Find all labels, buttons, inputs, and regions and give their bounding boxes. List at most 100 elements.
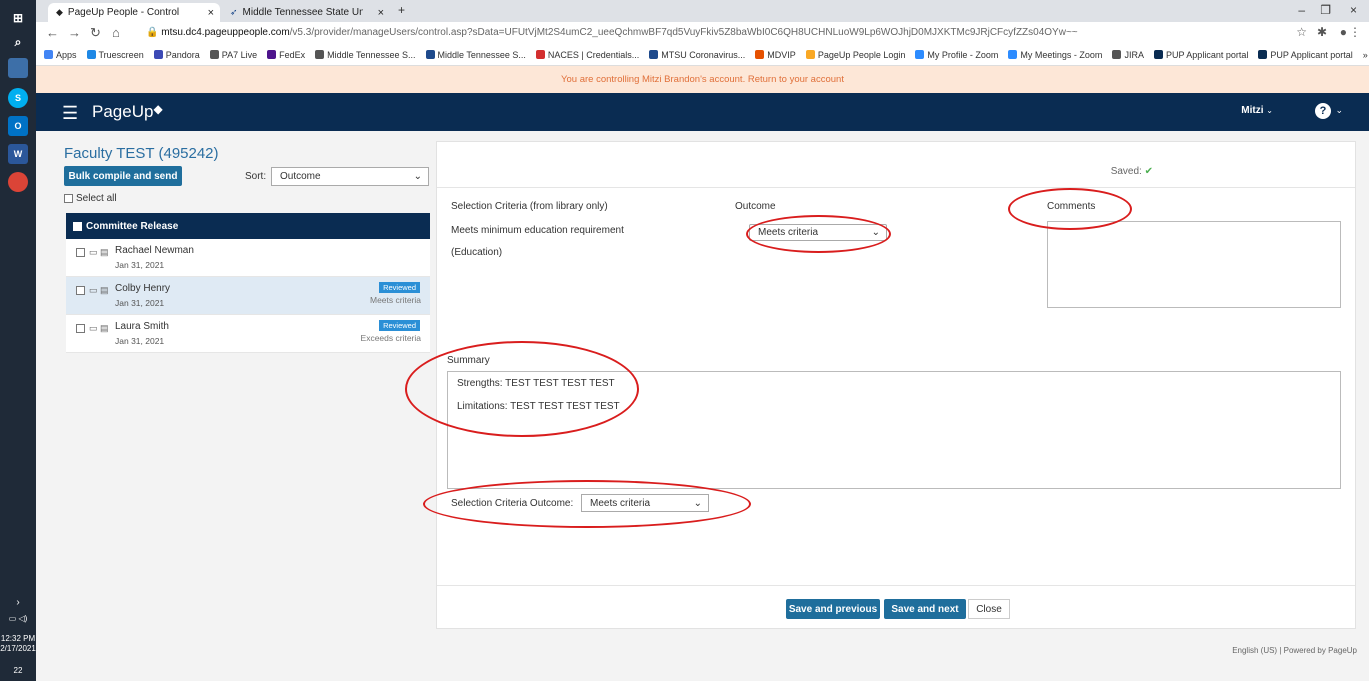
- home-icon[interactable]: ⌂: [112, 25, 120, 40]
- chevron-down-icon[interactable]: ⌄: [1335, 105, 1343, 116]
- save-and-previous-button[interactable]: Save and previous: [786, 599, 880, 619]
- bookmark-item[interactable]: NACES | Credentials...: [535, 49, 640, 60]
- reload-icon[interactable]: ↻: [90, 25, 101, 41]
- extensions-icon[interactable]: ✱: [1317, 25, 1327, 39]
- help-icon[interactable]: ?: [1315, 103, 1331, 119]
- outlook-icon[interactable]: O: [8, 116, 28, 136]
- save-and-next-button[interactable]: Save and next: [884, 599, 966, 619]
- list-item[interactable]: ▭ ▤ Rachael Newman Jan 31, 2021: [66, 239, 430, 277]
- pageup-logo[interactable]: PageUp◆: [92, 102, 163, 122]
- taskview-icon[interactable]: [8, 58, 28, 78]
- close-icon[interactable]: ×: [208, 7, 214, 19]
- bookmark-item[interactable]: JIRA: [1112, 50, 1144, 60]
- select-all[interactable]: Select all: [64, 193, 117, 204]
- tray-chevron-icon[interactable]: ›: [0, 598, 36, 608]
- close-icon[interactable]: ×: [378, 7, 384, 19]
- applicant-name[interactable]: Colby Henry: [115, 283, 170, 294]
- clock-date[interactable]: 2/17/2021: [0, 644, 36, 654]
- limitations-text: Limitations: TEST TEST TEST TEST: [457, 401, 620, 412]
- restore-icon[interactable]: ❐: [1320, 3, 1331, 17]
- bookmark-label: My Profile - Zoom: [927, 49, 999, 60]
- bookmark-item[interactable]: MTSU Coronavirus...: [649, 50, 745, 60]
- group-header[interactable]: Committee Release: [66, 213, 430, 239]
- mtsu-favicon-icon: ➶: [230, 7, 238, 17]
- group-checkbox[interactable]: [73, 221, 82, 231]
- minimize-icon[interactable]: –: [1298, 3, 1305, 17]
- bookmark-item[interactable]: FedEx: [267, 50, 305, 60]
- selection-criteria-outcome-select[interactable]: Meets criteria ⌄: [581, 494, 709, 512]
- star-icon[interactable]: ☆: [1296, 25, 1307, 39]
- bookmark-item[interactable]: PA7 Live: [209, 49, 258, 60]
- bookmark-label: Apps: [56, 49, 77, 60]
- bookmark-favicon-icon: [267, 50, 277, 59]
- bookmark-item[interactable]: Middle Tennessee S...: [315, 50, 416, 60]
- bookmark-favicon-icon: [535, 50, 545, 59]
- bulk-compile-send-button[interactable]: Bulk compile and send: [64, 166, 182, 186]
- bookmark-item[interactable]: Truescreen: [86, 50, 144, 60]
- document-icon: ▭ ▤: [89, 285, 109, 295]
- criteria-header: Selection Criteria (from library only): [451, 201, 608, 212]
- skype-icon[interactable]: S: [8, 88, 28, 108]
- bookmark-label: NACES | Credentials...: [547, 49, 640, 60]
- applicant-date: Jan 31, 2021: [115, 260, 165, 270]
- applicant-name[interactable]: Rachael Newman: [115, 245, 194, 256]
- bookmark-item[interactable]: PUP Applicant portal: [1258, 49, 1353, 60]
- bookmark-favicon-icon: [805, 50, 815, 59]
- url-field[interactable]: 🔒 mtsu.dc4.pageuppeople.com/v5.3/provide…: [146, 27, 1078, 38]
- bookmark-favicon-icon: [755, 50, 765, 59]
- control-banner[interactable]: You are controlling Mitzi Brandon's acco…: [36, 66, 1369, 93]
- footer-text[interactable]: English (US) | Powered by PageUp: [1232, 646, 1357, 655]
- word-icon[interactable]: W: [8, 144, 28, 164]
- search-icon[interactable]: ⌕: [8, 32, 28, 52]
- clock-time[interactable]: 12:32 PM: [0, 634, 36, 644]
- bookmark-item[interactable]: Apps: [44, 50, 77, 60]
- assessment-panel: Saved: ✔ Selection Criteria (from librar…: [436, 141, 1356, 629]
- bookmark-favicon-icon: [86, 50, 96, 59]
- bookmarks-overflow-icon[interactable]: »: [1363, 50, 1369, 60]
- row-checkbox[interactable]: [76, 248, 85, 257]
- bookmark-item[interactable]: Middle Tennessee S...: [425, 50, 526, 60]
- row-outcome: Exceeds criteria: [360, 333, 421, 343]
- back-icon[interactable]: ←: [46, 25, 59, 40]
- close-button[interactable]: Close: [968, 599, 1010, 619]
- forward-icon[interactable]: →: [68, 25, 81, 40]
- bookmark-label: PA7 Live: [221, 49, 258, 60]
- lock-icon: 🔒: [146, 27, 159, 38]
- profile-icon[interactable]: ●: [1340, 25, 1347, 39]
- tab-mtsu[interactable]: ➶ Middle Tennessee State Universit ×: [222, 3, 390, 22]
- user-menu[interactable]: Mitzi ⌄: [1241, 105, 1273, 116]
- row-checkbox[interactable]: [76, 324, 85, 333]
- network-volume-icon[interactable]: ▭ ◁): [0, 614, 36, 624]
- applicant-name[interactable]: Laura Smith: [115, 321, 169, 332]
- select-all-checkbox[interactable]: [64, 194, 73, 203]
- bookmark-item[interactable]: PUP Applicant portal: [1153, 49, 1249, 60]
- bookmark-label: PUP Applicant portal: [1165, 49, 1249, 60]
- bookmark-label: JIRA: [1124, 49, 1144, 60]
- bookmark-label: PUP Applicant portal: [1270, 49, 1353, 60]
- check-icon: ✔: [1144, 166, 1153, 177]
- comments-textarea[interactable]: [1047, 221, 1341, 308]
- windows-start-icon[interactable]: ⊞: [8, 8, 28, 28]
- menu-icon[interactable]: ⋮: [1349, 25, 1361, 39]
- notification-count[interactable]: 22: [0, 666, 36, 676]
- summary-textarea[interactable]: Strengths: TEST TEST TEST TEST Limitatio…: [447, 371, 1341, 489]
- tab-pageup[interactable]: ◆ PageUp People - Control ×: [48, 3, 220, 22]
- hamburger-menu-icon[interactable]: ☰: [62, 103, 78, 124]
- new-tab-icon[interactable]: +: [398, 3, 405, 17]
- bookmark-item[interactable]: My Profile - Zoom: [915, 50, 998, 60]
- chevron-down-icon: ⌄: [693, 497, 702, 509]
- bookmark-item[interactable]: Pandora: [153, 50, 200, 60]
- list-item[interactable]: ▭ ▤ Colby Henry Jan 31, 2021 Reviewed Me…: [66, 277, 430, 315]
- row-checkbox[interactable]: [76, 286, 85, 295]
- window-close-icon[interactable]: ×: [1350, 3, 1357, 17]
- sort-label: Sort:: [245, 171, 267, 182]
- strengths-text: Strengths: TEST TEST TEST TEST: [457, 378, 615, 389]
- sort-select[interactable]: Outcome ⌄: [271, 167, 429, 186]
- chrome-icon[interactable]: [8, 172, 28, 192]
- bookmark-item[interactable]: PageUp People Login: [805, 50, 905, 60]
- list-item[interactable]: ▭ ▤ Laura Smith Jan 31, 2021 Reviewed Ex…: [66, 315, 430, 353]
- bookmark-label: MTSU Coronavirus...: [661, 49, 746, 60]
- bookmark-item[interactable]: My Meetings - Zoom: [1008, 50, 1102, 60]
- outcome-select[interactable]: Meets criteria ⌄: [749, 224, 887, 241]
- bookmark-item[interactable]: MDVIP: [755, 50, 796, 60]
